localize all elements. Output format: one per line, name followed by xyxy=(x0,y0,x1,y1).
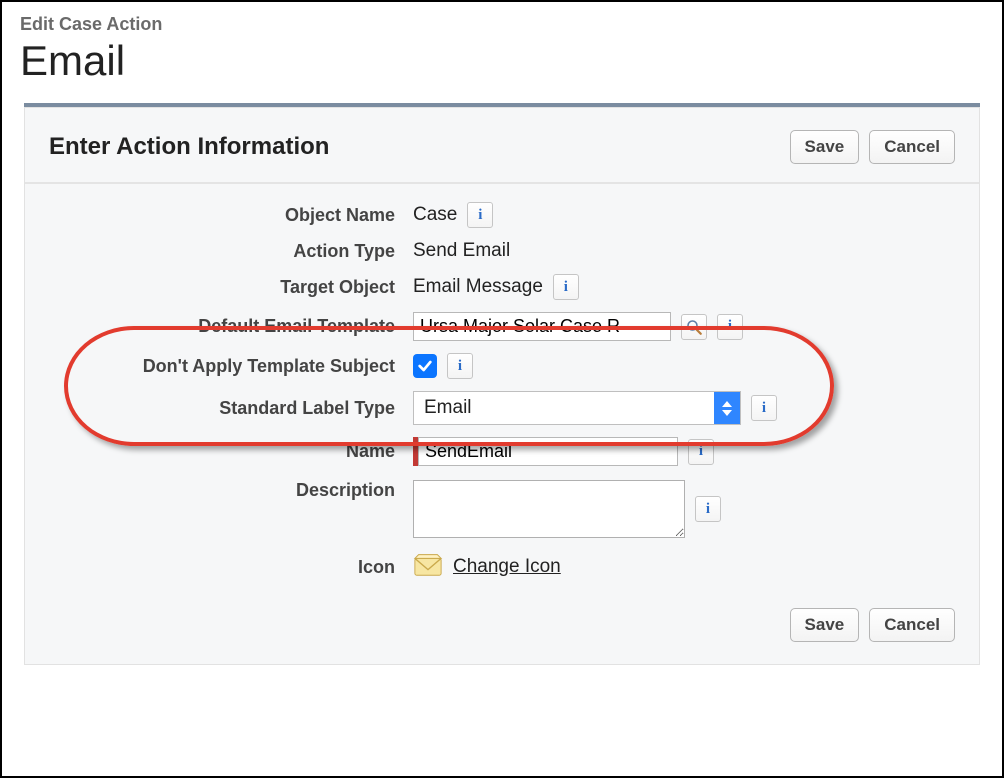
standard-label-type-value: Email xyxy=(414,392,714,424)
info-icon[interactable]: i xyxy=(467,202,493,228)
target-object-value: Email Message xyxy=(413,276,543,298)
standard-label-type-select[interactable]: Email xyxy=(413,391,741,425)
name-label: Name xyxy=(25,441,413,462)
cancel-button[interactable]: Cancel xyxy=(869,130,955,164)
info-icon[interactable]: i xyxy=(717,314,743,340)
dont-apply-subject-label: Don't Apply Template Subject xyxy=(25,356,413,377)
save-button-footer[interactable]: Save xyxy=(790,608,860,642)
info-icon[interactable]: i xyxy=(751,395,777,421)
envelope-icon xyxy=(413,550,443,584)
change-icon-link[interactable]: Change Icon xyxy=(453,556,561,578)
icon-label: Icon xyxy=(25,557,413,578)
name-input[interactable] xyxy=(418,437,678,466)
cancel-button-footer[interactable]: Cancel xyxy=(869,608,955,642)
default-email-template-input[interactable] xyxy=(413,312,671,341)
info-icon[interactable]: i xyxy=(553,274,579,300)
form: Object Name Case i Action Type Send Emai… xyxy=(25,184,979,590)
description-textarea[interactable] xyxy=(413,480,685,538)
action-type-label: Action Type xyxy=(25,241,413,262)
panel-header: Enter Action Information Save Cancel xyxy=(25,108,979,184)
info-icon[interactable]: i xyxy=(695,496,721,522)
save-button[interactable]: Save xyxy=(790,130,860,164)
object-name-value: Case xyxy=(413,204,457,226)
dont-apply-subject-checkbox[interactable] xyxy=(413,354,437,378)
page-header: Edit Case Action Email xyxy=(2,2,1002,103)
page-title: Email xyxy=(20,37,984,85)
standard-label-type-label: Standard Label Type xyxy=(25,398,413,419)
object-name-label: Object Name xyxy=(25,205,413,226)
info-icon[interactable]: i xyxy=(688,439,714,465)
panel: Enter Action Information Save Cancel Obj… xyxy=(24,107,980,665)
default-email-template-label: Default Email Template xyxy=(25,316,413,337)
panel-title: Enter Action Information xyxy=(49,133,329,161)
lookup-icon[interactable] xyxy=(681,314,707,340)
page-subtitle: Edit Case Action xyxy=(20,14,984,35)
info-icon[interactable]: i xyxy=(447,353,473,379)
footer-buttons: Save Cancel xyxy=(25,590,979,664)
description-label: Description xyxy=(25,480,413,501)
action-type-value: Send Email xyxy=(413,240,510,262)
target-object-label: Target Object xyxy=(25,277,413,298)
name-field-wrap xyxy=(413,437,678,466)
select-stepper-icon xyxy=(714,392,740,424)
